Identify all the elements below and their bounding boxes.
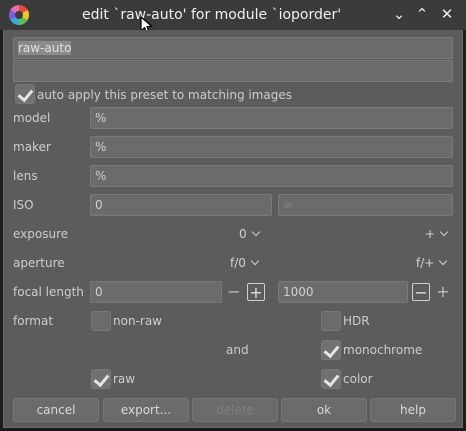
exposure-max-value: + (425, 227, 436, 241)
hdr-label: HDR (343, 314, 370, 328)
non-raw-label: non-raw (113, 314, 162, 328)
close-button[interactable]: ✕ (438, 5, 456, 23)
auto-apply-checkbox[interactable] (15, 84, 35, 104)
lens-field[interactable]: % (90, 165, 453, 187)
monochrome-checkbox[interactable] (321, 340, 341, 360)
chevron-down-icon (250, 256, 260, 266)
chevron-down-icon (251, 227, 260, 237)
focal-length-label: focal length (13, 285, 84, 299)
focal-min-decrement-button[interactable]: − (225, 283, 243, 301)
preset-editor-dialog: raw-auto auto apply this preset to match… (3, 30, 463, 428)
cancel-button[interactable]: cancel (13, 398, 99, 422)
exposure-min-value: 0 (239, 227, 247, 241)
focal-min-increment-button[interactable]: + (247, 283, 265, 301)
maximize-button[interactable]: ⌃ (413, 5, 431, 23)
preset-name-field[interactable]: raw-auto (13, 37, 453, 59)
iso-max-field[interactable]: ∞ (278, 194, 453, 216)
format-label: format (13, 314, 54, 328)
raw-checkbox[interactable] (91, 369, 111, 389)
color-checkbox[interactable] (321, 369, 341, 389)
exposure-label: exposure (13, 227, 69, 241)
minimize-button[interactable]: ⌄ (390, 5, 408, 23)
non-raw-checkbox[interactable] (91, 311, 111, 331)
focal-max-field[interactable]: 1000 (278, 281, 408, 303)
delete-button: delete (192, 398, 278, 422)
auto-apply-label: auto apply this preset to matching image… (37, 88, 293, 102)
maker-field[interactable]: % (90, 136, 453, 158)
monochrome-label: monochrome (343, 343, 423, 357)
exposure-max-combobox[interactable]: + (425, 226, 449, 242)
exposure-min-combobox[interactable]: 0 (239, 226, 260, 242)
model-label: model (13, 111, 51, 125)
preset-name-value: raw-auto (18, 41, 72, 55)
and-label: and (226, 343, 249, 357)
lens-label: lens (13, 169, 38, 183)
preset-description-field[interactable] (13, 60, 453, 82)
focal-min-field[interactable]: 0 (90, 281, 222, 303)
hdr-checkbox[interactable] (321, 311, 341, 331)
raw-label: raw (113, 372, 136, 386)
darktable-app-icon (9, 5, 29, 25)
aperture-max-value: f/+ (416, 256, 435, 270)
aperture-min-combobox[interactable]: f/0 (230, 255, 260, 271)
color-label: color (343, 372, 373, 386)
chevron-down-icon (439, 256, 448, 266)
title-bar[interactable]: edit `raw-auto' for module `ioporder' ⌄ … (0, 0, 466, 35)
aperture-label: aperture (13, 256, 65, 270)
maker-label: maker (13, 140, 51, 154)
aperture-min-value: f/0 (230, 256, 246, 270)
ok-button[interactable]: ok (281, 398, 367, 422)
focal-max-decrement-button[interactable]: − (412, 283, 430, 301)
aperture-max-combobox[interactable]: f/+ (416, 255, 448, 271)
export-button[interactable]: export... (103, 398, 189, 422)
window-title: edit `raw-auto' for module `ioporder' (82, 7, 342, 23)
help-button[interactable]: help (370, 398, 456, 422)
model-field[interactable]: % (90, 107, 453, 129)
focal-max-increment-button[interactable]: + (434, 283, 452, 301)
chevron-down-icon (439, 227, 449, 237)
iso-min-field[interactable]: 0 (90, 194, 272, 216)
iso-label: ISO (13, 198, 34, 212)
